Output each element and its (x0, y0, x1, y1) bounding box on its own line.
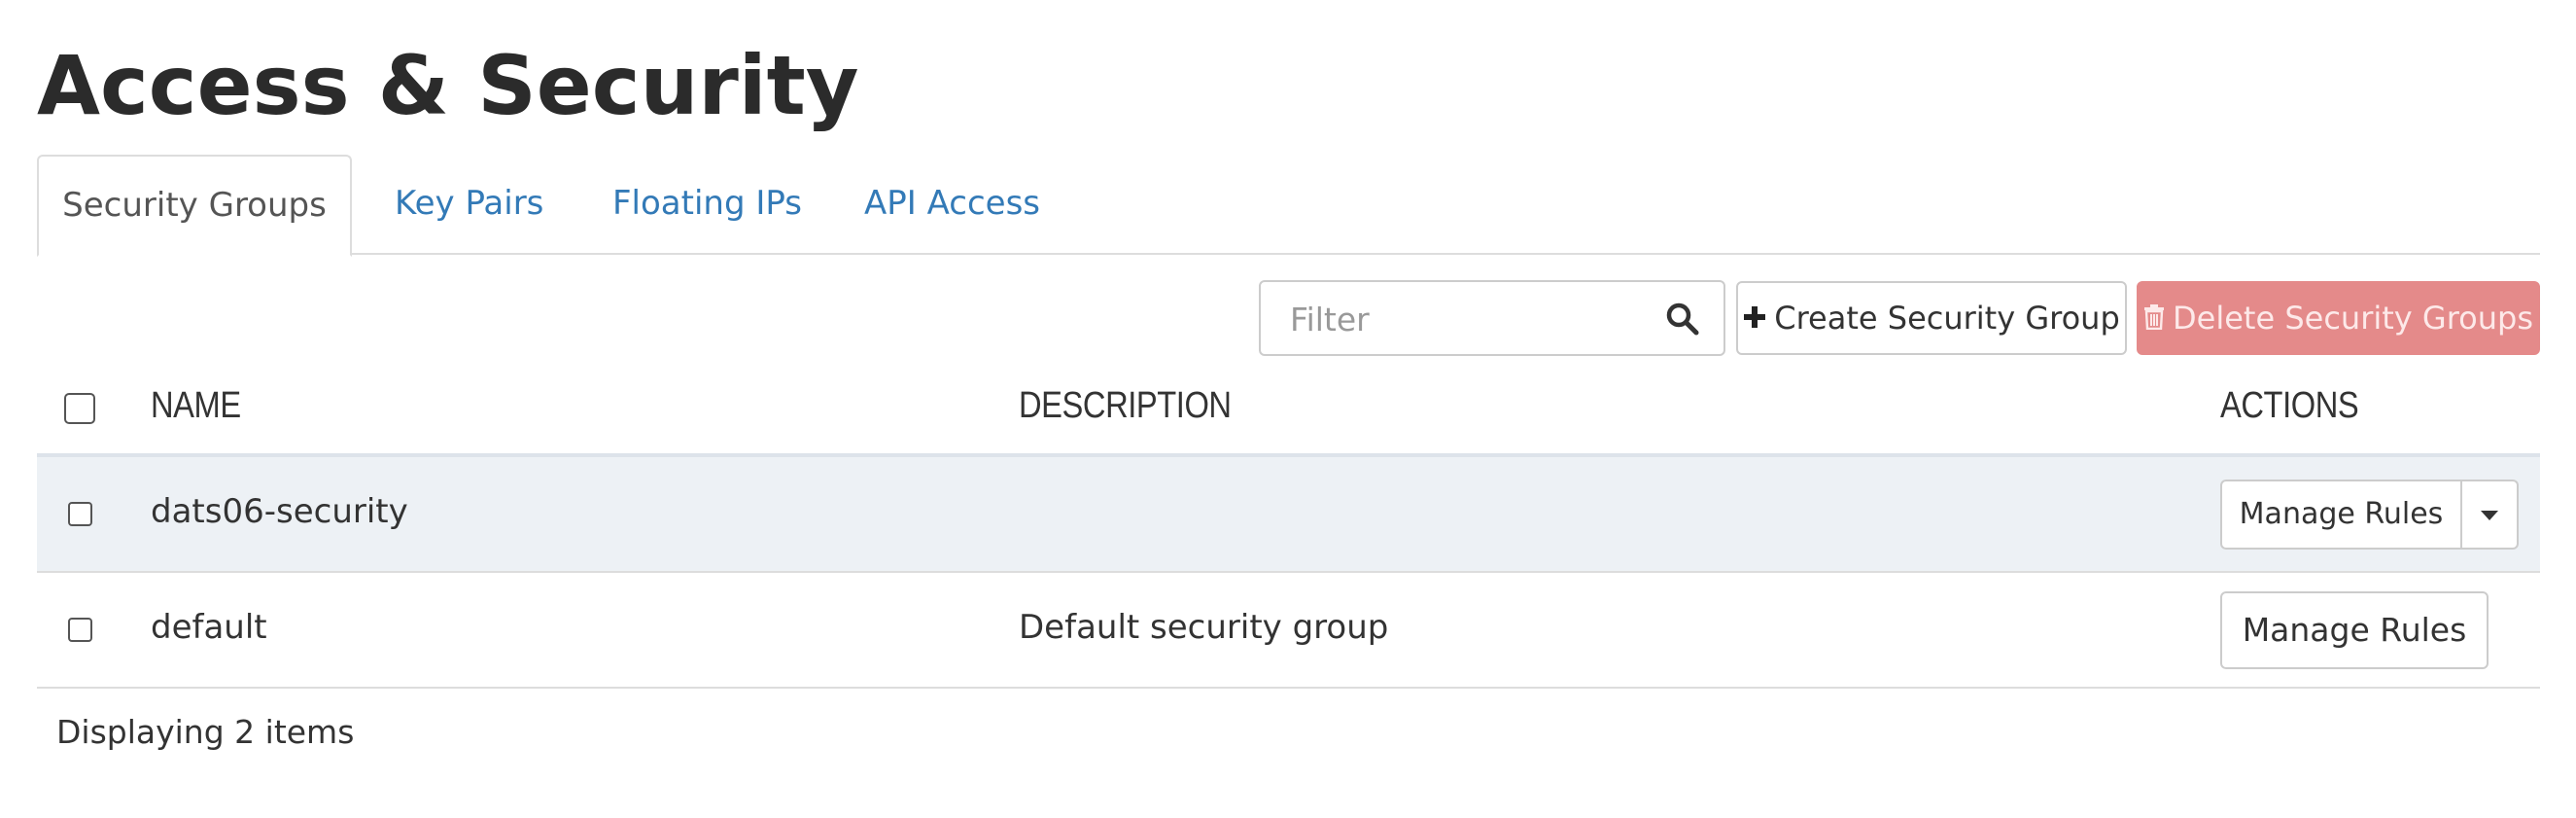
plus-icon (1744, 306, 1766, 328)
create-security-group-button[interactable]: Create Security Group (1736, 281, 2127, 355)
manage-rules-button[interactable]: Manage Rules (2220, 480, 2462, 550)
tab-key-pairs[interactable]: Key Pairs (395, 155, 543, 252)
item-count: Displaying 2 items (56, 713, 355, 751)
filter-input[interactable] (1288, 292, 1642, 346)
delete-security-groups-label: Delete Security Groups (2173, 300, 2533, 337)
manage-rules-button[interactable]: Manage Rules (2220, 591, 2489, 669)
column-header-name: NAME (151, 385, 241, 426)
column-header-actions: ACTIONS (2220, 385, 2359, 426)
table-row: dats06-security Manage Rules (37, 457, 2540, 573)
row-name: dats06-security (151, 492, 408, 531)
row-name: default (151, 608, 267, 647)
tab-api-access[interactable]: API Access (864, 155, 1040, 252)
tab-floating-ips[interactable]: Floating IPs (612, 155, 802, 252)
row-actions: Manage Rules (2220, 480, 2559, 550)
column-header-description: DESCRIPTION (1019, 385, 1232, 426)
table-row: default Default security group Manage Ru… (37, 573, 2540, 689)
row-description: Default security group (1019, 608, 1389, 647)
page-title: Access & Security (37, 38, 859, 133)
delete-security-groups-button[interactable]: Delete Security Groups (2137, 281, 2540, 355)
chevron-down-icon (2481, 510, 2498, 520)
select-all-checkbox[interactable] (64, 393, 95, 424)
table-header: NAME DESCRIPTION ACTIONS (37, 368, 2540, 457)
filter-box (1259, 280, 1725, 356)
tab-security-groups[interactable]: Security Groups (37, 155, 352, 257)
access-security-page: Access & Security Security Groups Key Pa… (0, 0, 2576, 818)
create-security-group-label: Create Security Group (1774, 300, 2120, 337)
security-groups-table: NAME DESCRIPTION ACTIONS dats06-security… (37, 368, 2540, 689)
row-checkbox[interactable] (68, 502, 92, 526)
row-checkbox[interactable] (68, 618, 92, 642)
row-actions: Manage Rules (2220, 591, 2559, 669)
tab-bar: Security Groups Key Pairs Floating IPs A… (37, 155, 2540, 257)
search-icon[interactable] (1665, 302, 1700, 337)
trash-icon (2144, 304, 2164, 330)
actions-dropdown-toggle[interactable] (2460, 480, 2519, 550)
